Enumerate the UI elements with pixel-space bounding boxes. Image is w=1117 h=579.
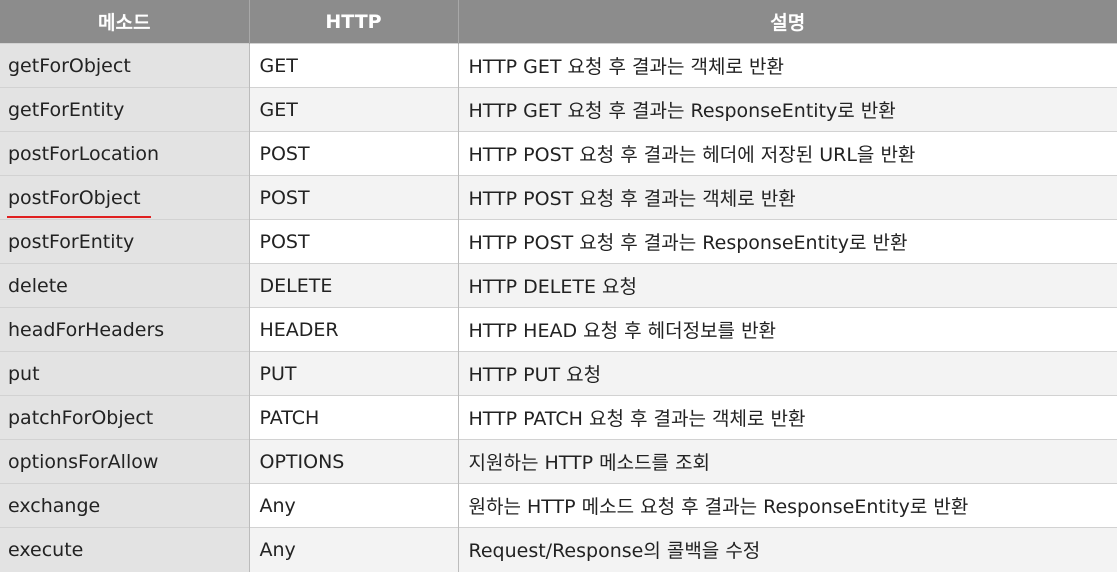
- http-cell: PATCH: [249, 395, 459, 440]
- table-row: execute Any Request/Response의 콜백을 수정: [0, 527, 1117, 572]
- http-cell: Any: [249, 527, 459, 572]
- http-cell: POST: [249, 131, 459, 176]
- method-cell: put: [0, 351, 250, 396]
- description-cell: HTTP POST 요청 후 결과는 객체로 반환: [458, 175, 1117, 220]
- http-cell: GET: [249, 87, 459, 132]
- table-row: optionsForAllow OPTIONS 지원하는 HTTP 메소드를 조회: [0, 439, 1117, 484]
- table-row: getForObject GET HTTP GET 요청 후 결과는 객체로 반환: [0, 43, 1117, 88]
- http-cell: OPTIONS: [249, 439, 459, 484]
- method-cell: optionsForAllow: [0, 439, 250, 484]
- http-cell: DELETE: [249, 263, 459, 308]
- table-header: 메소드 HTTP 설명: [0, 0, 1117, 44]
- table-row: postForLocation POST HTTP POST 요청 후 결과는 헤더…: [0, 131, 1117, 176]
- table-row: patchForObject PATCH HTTP PATCH 요청 후 결과는 객…: [0, 395, 1117, 440]
- table-body: getForObject GET HTTP GET 요청 후 결과는 객체로 반환 g…: [0, 43, 1117, 572]
- red-underline-annotation: [7, 216, 151, 218]
- http-cell: GET: [249, 43, 459, 88]
- header-http: HTTP: [249, 0, 459, 44]
- header-method: 메소드: [0, 0, 250, 44]
- http-cell: Any: [249, 483, 459, 528]
- http-cell: PUT: [249, 351, 459, 396]
- method-cell: postForObject: [0, 175, 250, 220]
- description-cell: HTTP HEAD 요청 후 헤더정보를 반환: [458, 307, 1117, 352]
- description-cell: HTTP PUT 요청: [458, 351, 1117, 396]
- http-cell: POST: [249, 175, 459, 220]
- table-row: put PUT HTTP PUT 요청: [0, 351, 1117, 396]
- description-cell: Request/Response의 콜백을 수정: [458, 527, 1117, 572]
- description-cell: HTTP GET 요청 후 결과는 객체로 반환: [458, 43, 1117, 88]
- description-cell: HTTP GET 요청 후 결과는 ResponseEntity로 반환: [458, 87, 1117, 132]
- header-row: 메소드 HTTP 설명: [0, 0, 1117, 44]
- table-row: headForHeaders HEADER HTTP HEAD 요청 후 헤더정보를…: [0, 307, 1117, 352]
- method-cell: postForEntity: [0, 219, 250, 264]
- description-cell: HTTP POST 요청 후 결과는 ResponseEntity로 반환: [458, 219, 1117, 264]
- header-description: 설명: [458, 0, 1117, 44]
- description-cell: HTTP PATCH 요청 후 결과는 객체로 반환: [458, 395, 1117, 440]
- table-row: delete DELETE HTTP DELETE 요청: [0, 263, 1117, 308]
- description-cell: HTTP DELETE 요청: [458, 263, 1117, 308]
- method-cell: exchange: [0, 483, 250, 528]
- method-cell: getForObject: [0, 43, 250, 88]
- description-cell: 지원하는 HTTP 메소드를 조회: [458, 439, 1117, 484]
- description-cell: 원하는 HTTP 메소드 요청 후 결과는 ResponseEntity로 반환: [458, 483, 1117, 528]
- method-cell: getForEntity: [0, 87, 250, 132]
- method-cell: patchForObject: [0, 395, 250, 440]
- table-row: getForEntity GET HTTP GET 요청 후 결과는 Respons…: [0, 87, 1117, 132]
- table-row: postForObject POST HTTP POST 요청 후 결과는 객체로 …: [0, 175, 1117, 220]
- method-cell: headForHeaders: [0, 307, 250, 352]
- table-row: postForEntity POST HTTP POST 요청 후 결과는 Resp…: [0, 219, 1117, 264]
- description-cell: HTTP POST 요청 후 결과는 헤더에 저장된 URL을 반환: [458, 131, 1117, 176]
- http-cell: HEADER: [249, 307, 459, 352]
- method-cell: delete: [0, 263, 250, 308]
- table-row: exchange Any 원하는 HTTP 메소드 요청 후 결과는 Respons…: [0, 483, 1117, 528]
- method-cell: postForLocation: [0, 131, 250, 176]
- method-cell: execute: [0, 527, 250, 572]
- rest-template-methods-table: 메소드 HTTP 설명 getForObject GET HTTP GET 요청 후…: [0, 0, 1117, 572]
- http-cell: POST: [249, 219, 459, 264]
